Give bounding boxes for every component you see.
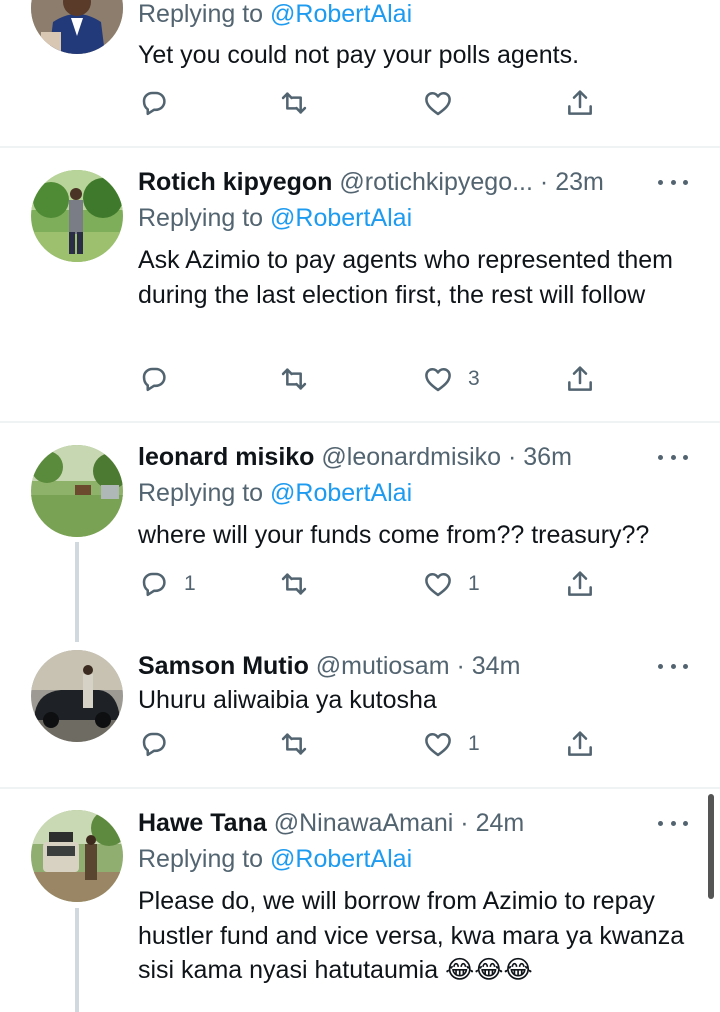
retweet-button[interactable] xyxy=(278,87,310,119)
tweet-text: Yet you could not pay your polls agents. xyxy=(138,41,580,69)
like-button[interactable]: 3 xyxy=(422,363,480,395)
tweet-actions: 1 xyxy=(138,728,592,760)
tweet-header: leonard misiko @leonardmisiko · 36m xyxy=(138,441,690,473)
like-button[interactable]: 1 xyxy=(422,568,480,600)
like-button[interactable] xyxy=(422,87,454,119)
share-button[interactable] xyxy=(564,363,596,395)
separator-dot: · xyxy=(539,168,549,196)
tweet-actions: 3 xyxy=(138,363,592,395)
display-name[interactable]: Hawe Tana xyxy=(138,809,267,837)
more-icon[interactable] xyxy=(658,818,688,828)
replying-to-label: Replying to xyxy=(138,204,264,232)
replying-to-label: Replying to xyxy=(138,479,264,507)
more-icon[interactable] xyxy=(658,177,688,187)
retweet-icon xyxy=(281,733,307,755)
heart-icon xyxy=(425,733,451,757)
avatar[interactable] xyxy=(31,0,123,54)
avatar[interactable] xyxy=(31,650,123,742)
retweet-icon xyxy=(281,573,307,595)
thread-connector xyxy=(75,542,79,642)
retweet-icon xyxy=(281,92,307,114)
share-icon xyxy=(568,90,592,115)
mention-link[interactable]: @RobertAlai xyxy=(270,0,412,28)
reply-icon xyxy=(142,572,166,597)
heart-icon xyxy=(425,92,451,116)
mention-link[interactable]: @RobertAlai xyxy=(270,204,412,232)
tweet-text: Please do, we will borrow from Azimio to… xyxy=(138,887,685,984)
tweet-5[interactable]: Hawe Tana @NinawaAmani · 24m Replying to… xyxy=(0,789,720,1012)
retweet-icon xyxy=(281,368,307,390)
separator-dot: · xyxy=(460,809,469,837)
reply-button[interactable] xyxy=(138,728,170,760)
timestamp[interactable]: 24m xyxy=(476,809,525,837)
thread-connector xyxy=(75,908,79,1012)
retweet-button[interactable] xyxy=(278,568,310,600)
avatar-image xyxy=(31,650,123,742)
share-button[interactable] xyxy=(564,87,596,119)
like-count: 1 xyxy=(468,572,480,595)
replying-to: Replying to @RobertAlai xyxy=(138,477,690,509)
like-count: 1 xyxy=(468,732,480,755)
replying-to-label: Replying to xyxy=(138,0,264,28)
like-count: 3 xyxy=(468,367,480,390)
heart-icon xyxy=(425,368,451,392)
like-button[interactable]: 1 xyxy=(422,728,480,760)
tweet-2[interactable]: Rotich kipyegon @rotichkipyego... · 23m … xyxy=(0,148,720,422)
heart-icon xyxy=(425,573,451,597)
tweet-actions xyxy=(138,87,592,119)
share-button[interactable] xyxy=(564,568,596,600)
reply-icon xyxy=(142,91,166,116)
timestamp[interactable]: 36m xyxy=(523,443,572,471)
reply-icon xyxy=(142,732,166,757)
user-handle[interactable]: @mutiosam xyxy=(316,652,450,680)
replying-to: Replying to @RobertAlai xyxy=(138,0,690,30)
reply-button[interactable] xyxy=(138,87,170,119)
timestamp[interactable]: 34m xyxy=(472,652,521,680)
more-icon[interactable] xyxy=(658,452,688,462)
separator-dot: · xyxy=(507,443,517,471)
reply-button[interactable]: 1 xyxy=(138,568,196,600)
mention-link[interactable]: @RobertAlai xyxy=(270,845,412,873)
avatar-image xyxy=(31,0,123,54)
display-name[interactable]: leonard misiko xyxy=(138,443,314,471)
separator-dot: · xyxy=(456,652,465,680)
timestamp[interactable]: 23m xyxy=(555,168,604,196)
reply-count: 1 xyxy=(184,572,196,595)
avatar[interactable] xyxy=(31,810,123,902)
share-button[interactable] xyxy=(564,728,596,760)
share-icon xyxy=(568,571,592,596)
share-icon xyxy=(568,366,592,391)
retweet-button[interactable] xyxy=(278,728,310,760)
user-handle[interactable]: @NinawaAmani xyxy=(274,809,454,837)
avatar-image xyxy=(31,810,123,902)
user-handle[interactable]: @leonardmisiko xyxy=(321,443,501,471)
tweet-text: where will your funds come from?? treasu… xyxy=(138,521,650,549)
user-handle[interactable]: @rotichkipyego... xyxy=(339,168,533,196)
reply-button[interactable] xyxy=(138,363,170,395)
tweet-text: Uhuru aliwaibia ya kutosha xyxy=(138,686,437,714)
replying-to-label: Replying to xyxy=(138,845,264,873)
mention-link[interactable]: @RobertAlai xyxy=(270,479,412,507)
avatar[interactable] xyxy=(31,170,123,262)
tweet-text: Ask Azimio to pay agents who represented… xyxy=(138,246,674,309)
replying-to: Replying to @RobertAlai xyxy=(138,202,690,234)
more-icon[interactable] xyxy=(658,661,688,671)
display-name[interactable]: Rotich kipyegon xyxy=(138,168,332,196)
display-name[interactable]: Samson Mutio xyxy=(138,652,309,680)
tweet-4[interactable]: Samson Mutio @mutiosam · 34m Uhuru aliwa… xyxy=(0,632,720,787)
scrollbar[interactable] xyxy=(708,794,714,899)
replying-to: Replying to @RobertAlai xyxy=(138,843,690,875)
avatar[interactable] xyxy=(31,445,123,537)
retweet-button[interactable] xyxy=(278,363,310,395)
tweet-actions: 1 1 xyxy=(138,568,592,600)
avatar-image xyxy=(31,445,123,537)
reply-icon xyxy=(142,367,166,392)
tweet-header: Samson Mutio @mutiosam · 34m xyxy=(138,650,690,682)
avatar-image xyxy=(31,170,123,262)
tweet-1[interactable]: Replying to @RobertAlai Yet you could no… xyxy=(0,0,720,146)
tweet-3[interactable]: leonard misiko @leonardmisiko · 36m Repl… xyxy=(0,423,720,633)
tweet-header: Rotich kipyegon @rotichkipyego... · 23m xyxy=(138,166,690,198)
share-icon xyxy=(568,731,592,756)
tweet-header: Hawe Tana @NinawaAmani · 24m xyxy=(138,807,690,839)
